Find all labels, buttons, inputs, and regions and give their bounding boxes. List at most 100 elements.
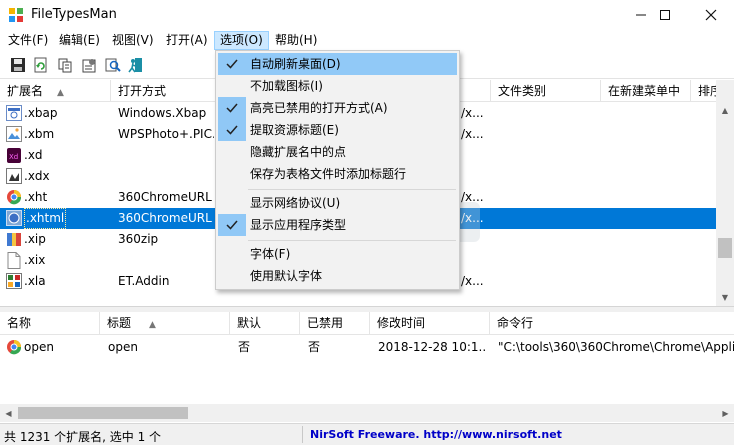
maximize-icon[interactable] <box>642 0 688 30</box>
xd-file-icon: Xd <box>6 147 22 164</box>
actions-list-header: 名称 标题 ▲ 默认 已禁用 修改时间 命令行 <box>0 312 734 335</box>
row-extension: .xht <box>24 190 48 204</box>
column-disabled[interactable]: 已禁用 <box>300 312 370 335</box>
vertical-scrollbar[interactable]: ▲ ▼ <box>716 80 734 306</box>
row-file-type: /x... <box>461 274 484 288</box>
title-bar: FileTypesMan <box>0 0 734 30</box>
column-title[interactable]: 标题 ▲ <box>100 312 230 335</box>
checkmark-icon <box>218 97 246 119</box>
menu-item-no-icons[interactable]: 不加载图标(I) <box>218 75 457 97</box>
row-open-with: WPSPhoto+.PIC.x... <box>118 127 214 141</box>
row-extension: .xip <box>24 232 46 246</box>
column-modified[interactable]: 修改时间 <box>370 312 490 335</box>
copy-icon[interactable] <box>56 56 74 74</box>
menu-separator <box>248 240 456 241</box>
scroll-right-icon[interactable]: ▶ <box>717 404 734 422</box>
row-extension: .xhtml <box>24 208 67 229</box>
menu-item-hide-extension-dot[interactable]: 隐藏扩展名中的点 <box>218 141 457 163</box>
row-extension: .xdx <box>24 169 50 183</box>
menu-item-label: 显示应用程序类型 <box>250 218 347 232</box>
action-title: open <box>108 340 138 354</box>
actions-list: 名称 标题 ▲ 默认 已禁用 修改时间 命令行 open open 否 否 201… <box>0 312 734 422</box>
blank-file-icon <box>6 252 22 269</box>
column-default[interactable]: 默认 <box>230 312 300 335</box>
menu-item-label: 使用默认字体 <box>250 269 323 283</box>
row-extension: .xd <box>24 148 43 162</box>
menu-view[interactable]: 视图(V) <box>107 31 159 50</box>
row-extension: .xbm <box>24 127 55 141</box>
row-open-with: Windows.Xbap <box>118 106 207 120</box>
status-count: 共 1231 个扩展名, 选中 1 个 <box>4 430 162 444</box>
checkmark-icon <box>218 119 246 141</box>
menu-separator <box>248 189 456 190</box>
svg-text:Xd: Xd <box>9 153 18 161</box>
find-icon[interactable] <box>104 56 122 74</box>
action-name: open <box>24 340 54 354</box>
menu-item-auto-refresh-desktop[interactable]: 自动刷新桌面(D) <box>218 53 457 75</box>
menu-help[interactable]: 帮助(H) <box>270 31 322 50</box>
action-default: 否 <box>238 340 251 354</box>
row-open-with: 360ChromeURL <box>118 211 212 225</box>
nirsoft-link[interactable]: NirSoft Freeware. http://www.nirsoft.net <box>310 428 562 441</box>
menu-item-show-app-types[interactable]: 显示应用程序类型 <box>218 214 457 236</box>
status-bar: 共 1231 个扩展名, 选中 1 个 NirSoft Freeware. ht… <box>0 423 734 445</box>
row-extension: .xix <box>24 253 46 267</box>
table-row[interactable]: open open 否 否 2018-12-28 10:1... "C:\too… <box>0 336 734 358</box>
scroll-thumb[interactable] <box>18 407 188 419</box>
menu-item-font[interactable]: 字体(F) <box>218 243 457 265</box>
menu-item-label: 高亮已禁用的打开方式(A) <box>250 101 388 115</box>
action-command: "C:\tools\360\360Chrome\Chrome\Appli <box>498 340 734 354</box>
zip-file-icon <box>6 231 22 248</box>
scroll-left-icon[interactable]: ◀ <box>0 404 17 422</box>
row-extension: .xbap <box>24 106 58 120</box>
scroll-thumb[interactable] <box>718 238 732 258</box>
save-icon[interactable] <box>9 56 27 74</box>
menu-item-add-header-line[interactable]: 保存为表格文件时添加标题行 <box>218 163 457 185</box>
horizontal-scrollbar[interactable]: ◀ ▶ <box>0 404 734 422</box>
properties-icon[interactable] <box>80 56 98 74</box>
menu-item-show-protocols[interactable]: 显示网络协议(U) <box>218 192 457 214</box>
row-extension: .xla <box>24 274 46 288</box>
column-title-label: 标题 <box>107 316 132 330</box>
checkmark-icon <box>218 214 246 236</box>
window-title: FileTypesMan <box>31 7 117 22</box>
options-dropdown-menu: 自动刷新桌面(D) 不加载图标(I) 高亮已禁用的打开方式(A) 提取资源标题(… <box>215 50 460 290</box>
menu-item-extract-resource-titles[interactable]: 提取资源标题(E) <box>218 119 457 141</box>
scroll-down-icon[interactable]: ▼ <box>716 289 734 306</box>
menu-item-label: 隐藏扩展名中的点 <box>250 145 347 159</box>
generic-file-icon <box>6 168 22 185</box>
excel-addin-icon <box>6 273 22 290</box>
row-file-type: /x... <box>461 190 484 204</box>
row-file-type: /x... <box>461 211 484 225</box>
menu-item-highlight-disabled[interactable]: 高亮已禁用的打开方式(A) <box>218 97 457 119</box>
column-extension[interactable]: 扩展名 ▲ <box>0 80 111 102</box>
xbap-file-icon <box>6 105 22 122</box>
column-file-type[interactable]: 文件类别 <box>491 80 601 102</box>
status-divider <box>302 426 303 443</box>
row-open-with: 360ChromeURL <box>118 190 212 204</box>
menu-item-label: 自动刷新桌面(D) <box>250 57 341 71</box>
menu-item-default-font[interactable]: 使用默认字体 <box>218 265 457 287</box>
menu-options[interactable]: 选项(O) <box>214 31 269 50</box>
row-file-type: /x... <box>461 127 484 141</box>
sort-asc-icon: ▲ <box>149 320 156 330</box>
menu-open[interactable]: 打开(A) <box>161 31 213 50</box>
action-modified: 2018-12-28 10:1... <box>378 340 486 354</box>
column-command[interactable]: 命令行 <box>490 312 734 335</box>
column-in-new-menu[interactable]: 在新建菜单中 <box>601 80 691 102</box>
menu-item-label: 提取资源标题(E) <box>250 123 339 137</box>
menu-edit[interactable]: 编辑(E) <box>54 31 105 50</box>
row-file-type: /x... <box>461 106 484 120</box>
column-extension-label: 扩展名 <box>7 84 44 98</box>
chrome-icon <box>6 339 22 356</box>
scroll-up-icon[interactable]: ▲ <box>716 102 734 119</box>
close-icon[interactable] <box>688 0 734 30</box>
menu-file[interactable]: 文件(F) <box>3 31 53 50</box>
sort-asc-icon: ▲ <box>57 88 64 98</box>
exit-icon[interactable] <box>126 56 144 74</box>
filetypesman-icon <box>8 7 24 23</box>
row-open-with: 360zip <box>118 232 159 246</box>
refresh-icon[interactable] <box>32 56 50 74</box>
action-disabled: 否 <box>308 340 321 354</box>
column-name[interactable]: 名称 <box>0 312 100 335</box>
